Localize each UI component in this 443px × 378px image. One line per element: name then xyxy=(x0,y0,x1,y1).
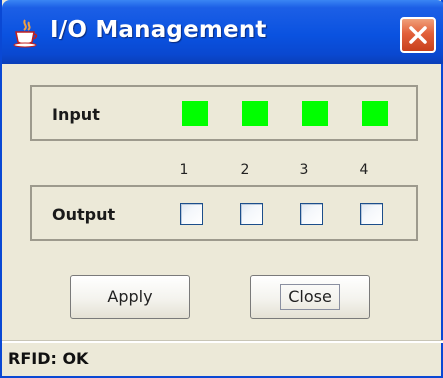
output-label: Output xyxy=(52,205,116,224)
output-checkbox-3[interactable] xyxy=(300,203,323,225)
window-title: I/O Management xyxy=(50,17,267,43)
title-bar[interactable]: I/O Management xyxy=(2,0,443,64)
java-cup-icon xyxy=(12,18,40,48)
status-separator xyxy=(2,340,443,343)
output-checkbox-4[interactable] xyxy=(360,203,383,225)
input-group: Input xyxy=(30,85,418,141)
channel-number-1: 1 xyxy=(179,162,189,178)
output-group: Output xyxy=(30,185,418,241)
output-checkbox-1[interactable] xyxy=(180,203,203,225)
rfid-status: RFID: OK xyxy=(8,349,89,368)
close-button-label: Close xyxy=(280,284,340,310)
channel-number-3: 3 xyxy=(299,162,309,178)
input-led-2 xyxy=(242,101,268,126)
input-label: Input xyxy=(52,105,100,124)
io-management-window: I/O Management Input 1 2 3 4 Output Appl… xyxy=(0,0,443,378)
output-checkbox-2[interactable] xyxy=(240,203,263,225)
close-icon xyxy=(409,26,427,44)
channel-number-2: 2 xyxy=(240,162,250,178)
close-window-button[interactable] xyxy=(400,17,436,53)
input-led-4 xyxy=(362,101,388,126)
close-button[interactable]: Close xyxy=(250,275,370,319)
apply-button[interactable]: Apply xyxy=(70,275,190,319)
channel-number-4: 4 xyxy=(359,162,369,178)
input-led-1 xyxy=(182,101,208,126)
input-led-3 xyxy=(302,101,328,126)
